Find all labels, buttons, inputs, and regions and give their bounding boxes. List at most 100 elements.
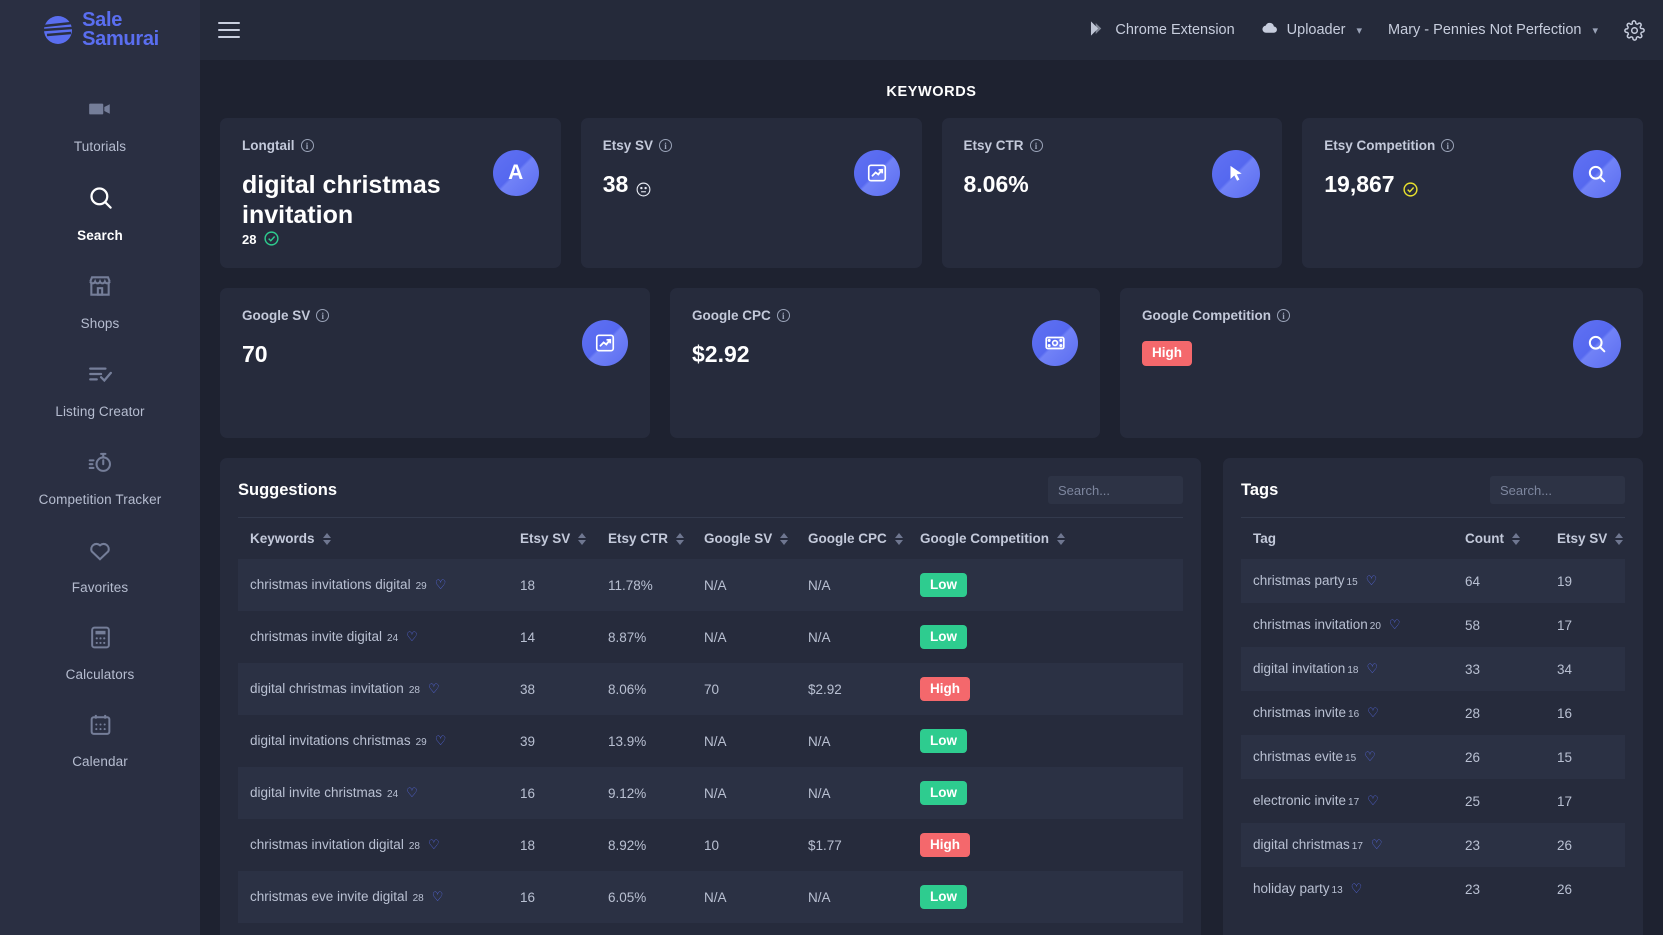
col-keywords[interactable]: Keywords — [238, 517, 508, 559]
chevron-down-icon: ▾ — [1592, 24, 1598, 37]
kpi-value: $2.92 — [692, 341, 750, 367]
gear-icon[interactable] — [1624, 19, 1645, 41]
favorite-heart-icon[interactable]: ♡ — [1367, 793, 1379, 809]
kpi-row-1: Longtail i digital christmas invitation 2… — [200, 118, 1663, 268]
favorite-heart-icon[interactable]: ♡ — [1366, 661, 1378, 677]
kpi-value: High — [1142, 341, 1382, 366]
favorite-heart-icon[interactable]: ♡ — [1371, 837, 1383, 853]
storefront-icon — [87, 273, 113, 304]
search-icon — [1573, 150, 1621, 198]
table-row[interactable]: christmas invitations digital 29 ♡ 18 11.78%… — [238, 559, 1183, 611]
table-row[interactable]: christmas invitation 20 ♡ 58 17 — [1241, 603, 1625, 647]
table-row[interactable]: digital invite christmas 24 ♡ 16 9.12% N/A N/A… — [238, 767, 1183, 819]
favorite-heart-icon[interactable]: ♡ — [432, 889, 444, 905]
sidebar-item-calendar[interactable]: Calendar — [0, 698, 200, 785]
info-icon[interactable]: i — [1277, 309, 1290, 322]
sort-icon — [894, 532, 903, 545]
sidebar-item-tutorials[interactable]: Tutorials — [0, 82, 200, 170]
sort-icon — [676, 532, 685, 545]
account-menu[interactable]: Mary - Pennies Not Perfection ▾ — [1388, 22, 1598, 38]
cell-google-cpc: N/A — [796, 715, 908, 767]
col-etsy-sv[interactable]: Etsy SV — [508, 517, 596, 559]
account-label: Mary - Pennies Not Perfection — [1388, 22, 1582, 38]
table-row[interactable]: christmas party 15 ♡ 64 19 — [1241, 559, 1625, 603]
favorite-heart-icon[interactable]: ♡ — [406, 785, 418, 801]
hamburger-icon[interactable] — [218, 22, 240, 38]
tag-rank: 20 — [1369, 621, 1381, 632]
video-camera-icon — [87, 96, 113, 127]
table-row[interactable]: digital invitation 18 ♡ 33 34 — [1241, 647, 1625, 691]
table-row[interactable]: christmas party invite digital30♡146.05%… — [238, 923, 1183, 935]
table-row[interactable]: christmas invitation digital 28 ♡ 18 8.92% 10… — [238, 819, 1183, 871]
table-row[interactable]: christmas eve invite digital 28 ♡ 16 6.05% N/… — [238, 871, 1183, 923]
info-icon[interactable]: i — [659, 139, 673, 152]
keyword-rank: 28 — [408, 685, 420, 696]
sidebar-item-calculators[interactable]: Calculators — [0, 611, 200, 698]
info-icon[interactable]: i — [300, 139, 314, 152]
cell-keyword: christmas party invite digital30♡ — [238, 923, 508, 935]
favorite-heart-icon[interactable]: ♡ — [1351, 881, 1363, 897]
favorite-heart-icon[interactable]: ♡ — [435, 577, 447, 593]
favorite-heart-icon[interactable]: ♡ — [1364, 749, 1376, 765]
kpi-label: Etsy CTR i — [964, 138, 1261, 153]
cell-tag-etsy-sv: 15 — [1545, 735, 1625, 779]
info-icon[interactable]: i — [316, 309, 330, 322]
favorite-heart-icon[interactable]: ♡ — [1366, 573, 1378, 589]
favorite-heart-icon[interactable]: ♡ — [406, 629, 418, 645]
table-row[interactable]: digital invitations christmas 29 ♡ 39 13.9% N… — [238, 715, 1183, 767]
table-row[interactable]: christmas invite digital 24 ♡ 14 8.87% N/A N/A… — [238, 611, 1183, 663]
col-tag[interactable]: Tag — [1241, 517, 1453, 559]
uploader-menu[interactable]: Uploader ▾ — [1261, 20, 1362, 41]
sort-icon — [780, 532, 789, 545]
chrome-extension-label: Chrome Extension — [1115, 22, 1235, 38]
favorite-heart-icon[interactable]: ♡ — [428, 681, 440, 697]
cell-tag: digital invitation 18 ♡ — [1241, 647, 1453, 691]
kpi-value: digital christmas invitation 28 — [242, 171, 441, 247]
table-row[interactable]: digital christmas 17 ♡ 23 26 — [1241, 823, 1625, 867]
favorite-heart-icon[interactable]: ♡ — [1389, 617, 1401, 633]
sidebar-item-shops[interactable]: Shops — [0, 259, 200, 347]
sidebar-item-label: Competition Tracker — [38, 492, 162, 507]
favorite-heart-icon[interactable]: ♡ — [428, 837, 440, 853]
sidebar-item-listing-creator[interactable]: Listing Creator — [0, 347, 200, 435]
cell-etsy-ctr: 8.06% — [596, 663, 692, 715]
table-row[interactable]: holiday party 13 ♡ 23 26 — [1241, 867, 1625, 911]
tag-rank: 15 — [1346, 577, 1358, 588]
cell-keyword: digital invite christmas 24 ♡ — [238, 767, 508, 819]
col-tag-etsy-sv[interactable]: Etsy SV — [1545, 517, 1625, 559]
table-row[interactable]: digital christmas invitation 28 ♡ 38 8.06% 70… — [238, 663, 1183, 715]
tags-search-input[interactable] — [1490, 476, 1625, 504]
sidebar-item-competition-tracker[interactable]: Competition Tracker — [0, 435, 200, 523]
kpi-row-2: Google SV i 70 Google CPC i $2.92 Google… — [200, 288, 1663, 438]
col-google-competition[interactable]: Google Competition — [908, 517, 1183, 559]
chrome-extension-button[interactable]: Chrome Extension — [1087, 19, 1235, 42]
cell-google-cpc: $1.77 — [796, 819, 908, 871]
cell-google-competition: Low — [908, 871, 1183, 923]
play-arrow-icon — [1087, 19, 1106, 42]
col-google-cpc[interactable]: Google CPC — [796, 517, 908, 559]
tables-section: Suggestions Keywords Etsy SV Etsy CTR Go… — [200, 458, 1663, 935]
table-header-row: Keywords Etsy SV Etsy CTR Google SV Goog… — [238, 517, 1183, 559]
info-icon[interactable]: i — [1029, 139, 1043, 152]
sidebar-item-search[interactable]: Search — [0, 170, 200, 259]
favorite-heart-icon[interactable]: ♡ — [1367, 705, 1379, 721]
col-count[interactable]: Count — [1453, 517, 1545, 559]
cell-etsy-ctr: 8.87% — [596, 611, 692, 663]
table-row[interactable]: christmas evite 15 ♡ 26 15 — [1241, 735, 1625, 779]
favorite-heart-icon[interactable]: ♡ — [435, 733, 447, 749]
brand-logo[interactable]: Sale Samurai — [0, 0, 200, 60]
suggestions-search-input[interactable] — [1048, 476, 1183, 504]
suggestions-panel: Suggestions Keywords Etsy SV Etsy CTR Go… — [220, 458, 1201, 935]
main-area: Chrome Extension Uploader ▾ Mary - Penni… — [200, 0, 1663, 935]
table-row[interactable]: christmas invite 16 ♡ 28 16 — [1241, 691, 1625, 735]
kpi-card-etsy-sv: Etsy SV i 38 — [580, 118, 922, 268]
suggestions-title: Suggestions — [238, 480, 338, 499]
table-row[interactable]: electronic invite 17 ♡ 25 17 — [1241, 779, 1625, 823]
info-icon[interactable]: i — [1441, 139, 1455, 152]
info-icon[interactable]: i — [776, 309, 790, 322]
cell-google-cpc: $3.72 — [796, 923, 908, 935]
col-google-sv[interactable]: Google SV — [692, 517, 796, 559]
col-etsy-ctr[interactable]: Etsy CTR — [596, 517, 692, 559]
cell-count: 23 — [1453, 867, 1545, 911]
sidebar-item-favorites[interactable]: Favorites — [0, 523, 200, 611]
